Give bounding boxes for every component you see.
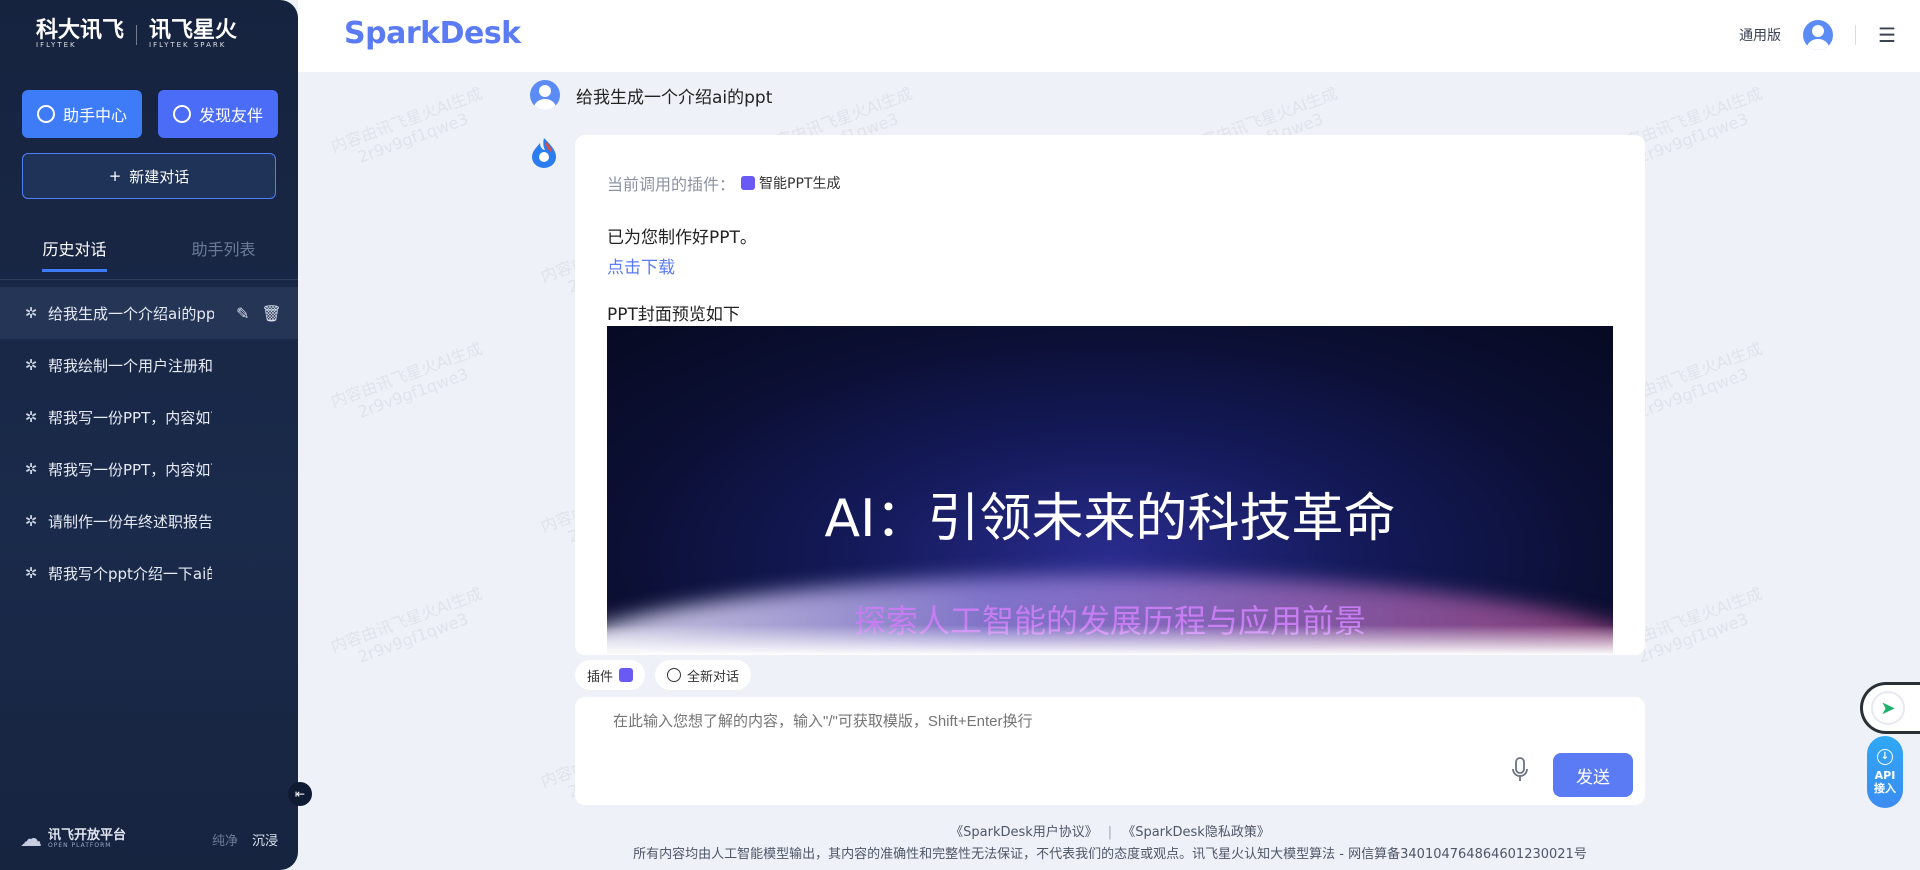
puzzle-icon: ✲ <box>24 304 38 322</box>
new-chat-button[interactable]: + 新建对话 <box>22 153 276 199</box>
watermark: 内容由讯飞星火AI生成2r9v9gf1qwe3 <box>328 338 485 422</box>
history-item[interactable]: ✲ 请制作一份年终述职报告PPT模 <box>0 495 298 547</box>
history-list: ✲ 给我生成一个介绍ai的ppt ✎ 🗑 ✲ 帮我绘制一个用户注册和登录流程 ✲… <box>0 287 298 599</box>
ppt-title: AI：引领未来的科技革命 <box>824 489 1396 549</box>
spark-bot-icon <box>532 138 556 168</box>
mode-switch: 纯净 沉浸 <box>212 830 278 849</box>
edit-icon[interactable]: ✎ <box>236 304 249 323</box>
sidebar: 科大讯飞 IFLYTEK 讯飞星火 IFLYTEK SPARK 助手中心 发现友… <box>0 0 298 870</box>
response-text: 已为您制作好PPT。 <box>607 228 757 248</box>
assistant-center-button[interactable]: 助手中心 <box>22 90 142 138</box>
history-item[interactable]: ✲ 帮我绘制一个用户注册和登录流程 <box>0 339 298 391</box>
plugin-icon <box>619 668 634 682</box>
ppt-plugin-icon <box>741 176 756 190</box>
user-agreement-link[interactable]: 《SparkDesk用户协议》 <box>950 825 1098 840</box>
history-item[interactable]: ✲ 帮我写个ppt介绍一下ai的发 <box>0 547 298 599</box>
mode-pure-button[interactable]: 纯净 <box>212 830 238 849</box>
sidebar-tabs: 历史对话 助手列表 <box>0 232 298 280</box>
user-message-avatar <box>530 80 560 110</box>
history-item[interactable]: ✲ 帮我写一份PPT，内容如下：G <box>0 443 298 495</box>
puzzle-icon: ✲ <box>24 564 38 582</box>
chat-bubble-icon <box>667 668 682 682</box>
plugin-tag: 智能PPT生成 <box>741 173 840 193</box>
puzzle-icon: ✲ <box>24 408 38 426</box>
watermark: 内容由讯飞星火AI生成2r9v9gf1qwe3 <box>328 83 485 167</box>
sidebar-logo: 科大讯飞 IFLYTEK 讯飞星火 IFLYTEK SPARK <box>36 20 237 49</box>
discover-partner-button[interactable]: 发现友伴 <box>158 90 278 138</box>
quick-chip-row: 插件 全新对话 <box>575 660 752 690</box>
ppt-cover-preview[interactable]: AI：引领未来的科技革命 探索人工智能的发展历程与应用前景 <box>607 326 1613 655</box>
smile-icon <box>172 105 191 123</box>
brand-logo[interactable]: SparkDesk <box>344 16 521 51</box>
history-item[interactable]: ✲ 帮我写一份PPT，内容如下：G <box>0 391 298 443</box>
tab-assistants[interactable]: 助手列表 <box>149 232 298 279</box>
puzzle-icon: ✲ <box>24 356 38 374</box>
paper-plane-icon: ➤ <box>1871 691 1905 725</box>
puzzle-icon: ✲ <box>24 512 38 530</box>
sidebar-collapse-icon[interactable]: ⇤ <box>288 782 312 806</box>
download-link[interactable]: 点击下载 <box>607 253 675 278</box>
send-button[interactable]: 发送 <box>1553 753 1633 797</box>
chat-input-box: 发送 <box>575 697 1645 805</box>
sidebar-footer: ☁ 讯飞开放平台 OPEN PLATFORM 纯净 沉浸 <box>20 827 278 852</box>
version-label[interactable]: 通用版 <box>1739 25 1781 45</box>
tab-history[interactable]: 历史对话 <box>0 232 149 279</box>
mode-immersive-button[interactable]: 沉浸 <box>252 830 278 849</box>
new-conversation-chip[interactable]: 全新对话 <box>655 660 752 690</box>
microphone-icon[interactable] <box>1511 757 1529 783</box>
header-divider <box>1855 25 1857 45</box>
plugin-line: 当前调用的插件： 智能PPT生成 <box>607 173 841 194</box>
floating-send-widget[interactable]: ➤ <box>1860 682 1920 734</box>
iflytek-logo: 科大讯飞 IFLYTEK <box>36 18 125 49</box>
header-right: 通用版 ☰ <box>1739 20 1896 50</box>
logo-divider <box>136 24 138 45</box>
footer-separator: | <box>1107 825 1113 840</box>
puzzle-icon: ✲ <box>24 460 38 478</box>
user-message-text: 给我生成一个介绍ai的ppt <box>576 87 773 108</box>
chat-input[interactable] <box>613 713 1513 730</box>
trash-icon[interactable]: 🗑 <box>261 304 281 323</box>
download-icon: ↓ <box>1877 748 1893 765</box>
footer-disclaimer: 所有内容均由人工智能模型输出，其内容的准确性和完整性无法保证，不代表我们的态度或… <box>633 847 1587 862</box>
menu-icon[interactable]: ☰ <box>1878 23 1896 47</box>
user-message-row: 给我生成一个介绍ai的ppt <box>530 80 772 110</box>
open-platform-logo[interactable]: ☁ 讯飞开放平台 OPEN PLATFORM <box>20 827 126 852</box>
history-item[interactable]: ✲ 给我生成一个介绍ai的ppt ✎ 🗑 <box>0 287 298 339</box>
preview-label: PPT封面预览如下 <box>607 305 740 325</box>
bot-response-card: 当前调用的插件： 智能PPT生成 已为您制作好PPT。 点击下载 PPT封面预览… <box>575 135 1645 655</box>
footer-links: 《SparkDesk用户协议》 | 《SparkDesk隐私政策》 <box>575 821 1645 840</box>
api-access-button[interactable]: ↓ API 接入 <box>1867 736 1903 808</box>
watermark: 内容由讯飞星火AI生成2r9v9gf1qwe3 <box>328 583 485 667</box>
privacy-policy-link[interactable]: 《SparkDesk隐私政策》 <box>1122 825 1270 840</box>
cloud-icon: ☁ <box>20 827 42 852</box>
history-actions: ✎ 🗑 <box>236 304 282 323</box>
card-fade <box>575 625 1645 655</box>
drop-icon <box>36 105 55 123</box>
user-avatar[interactable] <box>1803 20 1834 50</box>
plus-icon: + <box>108 167 122 185</box>
sidebar-action-row: 助手中心 发现友伴 <box>22 90 278 138</box>
spark-logo: 讯飞星火 IFLYTEK SPARK <box>149 18 238 49</box>
top-header: SparkDesk 通用版 ☰ <box>298 0 1920 72</box>
plugin-chip[interactable]: 插件 <box>575 660 646 690</box>
